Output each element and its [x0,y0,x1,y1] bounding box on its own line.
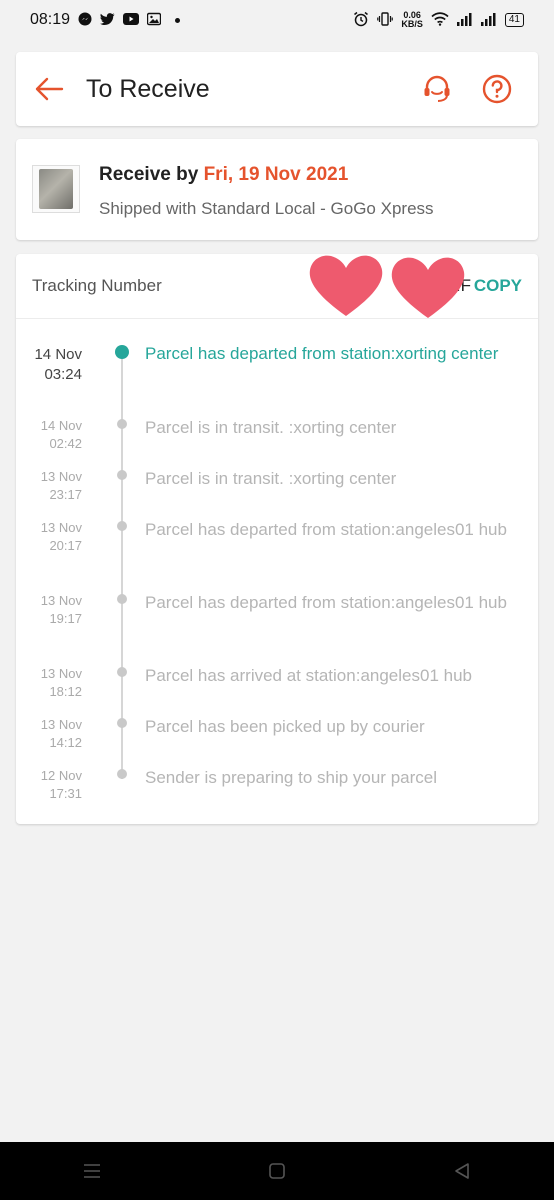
event-time: 18:12 [49,684,82,699]
recent-apps-button[interactable] [62,1151,122,1191]
status-bar: 08:19 0.06 KB/S 41 [0,0,554,40]
event-timestamp: 14 Nov 02:42 [16,417,82,453]
event-date: 14 Nov [34,346,82,363]
arrow-left-icon [35,77,64,101]
signal-icon-sim2 [480,12,497,28]
heart-icon [391,257,465,318]
event-date: 13 Nov [40,666,82,681]
home-button[interactable] [247,1151,307,1191]
header-bar: To Receive [16,52,538,126]
event-description: Parcel has departed from station:angeles… [145,593,507,612]
event-timestamp: 13 Nov 14:12 [16,716,82,752]
more-notifications-dot [175,17,181,23]
event-dot [117,419,127,429]
copy-button[interactable]: COPY [474,276,522,296]
tracking-card: Tracking Number 0 ZF COPY 14 Nov 03:24 P… [16,254,538,824]
heart-icon [309,255,383,316]
event-timestamp: 13 Nov 20:17 [16,519,82,555]
back-nav-button[interactable] [432,1151,492,1191]
network-speed: 0.06 KB/S [401,11,423,29]
event-description: Sender is preparing to ship your parcel [145,768,437,787]
event-date: 14 Nov [40,418,82,433]
event-dot [117,769,127,779]
product-thumbnail[interactable] [32,165,80,213]
speed-unit: KB/S [401,19,423,29]
event-date: 13 Nov [40,717,82,732]
event-time: 02:42 [49,436,82,451]
event-description: Parcel is in transit. :xorting center [145,469,397,488]
event-timestamp: 12 Nov 17:31 [16,767,82,803]
event-dot [117,667,127,677]
event-description: Parcel is in transit. :xorting center [145,418,397,437]
timeline-line [121,351,123,779]
receive-by-line: Receive by Fri, 19 Nov 2021 [99,164,348,186]
event-date: 13 Nov [40,520,82,535]
home-square-icon [269,1163,285,1179]
wifi-icon [431,12,449,28]
event-timestamp: 13 Nov 19:17 [16,592,82,628]
heart-stickers-overlay [309,255,465,318]
event-dot [117,521,127,531]
battery-indicator: 41 [504,13,524,27]
alarm-icon [353,11,369,29]
event-dot [117,470,127,480]
menu-lines-icon [84,1164,101,1178]
event-date: 13 Nov [40,593,82,608]
receive-by-label: Receive by [99,164,199,185]
event-description: Parcel has departed from station:angeles… [145,520,507,539]
event-time: 14:12 [49,735,82,750]
event-date: 13 Nov [40,469,82,484]
customer-service-button[interactable] [420,72,454,106]
event-dot [117,718,127,728]
clock: 08:19 [30,11,71,28]
tracking-timeline: 14 Nov 03:24 Parcel has departed from st… [16,319,538,824]
event-time: 03:24 [44,366,82,383]
event-date: 12 Nov [40,768,82,783]
event-timestamp: 13 Nov 18:12 [16,665,82,701]
event-description: Parcel has been picked up by courier [145,717,425,736]
headset-icon [424,75,450,102]
event-description: Parcel has departed from station:xorting… [145,344,499,363]
event-description: Parcel has arrived at station:angeles01 … [145,666,472,685]
product-image [39,169,73,209]
back-button[interactable] [16,52,82,126]
delivery-summary-card: Receive by Fri, 19 Nov 2021 Shipped with… [16,139,538,240]
receive-by-date: Fri, 19 Nov 2021 [203,164,349,185]
tracking-number-row: Tracking Number 0 ZF COPY [16,254,538,319]
shipping-method: Shipped with Standard Local - GoGo Xpres… [99,199,434,218]
event-time: 19:17 [49,611,82,626]
event-dot [117,594,127,604]
event-timestamp: 13 Nov 23:17 [16,468,82,504]
event-time: 17:31 [49,786,82,801]
system-navigation-bar [0,1142,554,1200]
help-button[interactable] [480,72,514,106]
messenger-icon [78,12,92,28]
tracking-number-label: Tracking Number [32,276,162,295]
twitter-icon [100,12,115,28]
triangle-back-icon [454,1163,469,1179]
signal-icon-sim1 [456,12,473,28]
help-circle-icon [482,74,512,104]
event-time: 20:17 [49,538,82,553]
gallery-icon [146,12,162,28]
youtube-icon [123,13,140,27]
event-time: 23:17 [49,487,82,502]
page-title: To Receive [86,74,210,103]
event-dot-active [115,345,129,359]
event-timestamp: 14 Nov 03:24 [16,345,82,385]
vibrate-icon [377,12,394,28]
